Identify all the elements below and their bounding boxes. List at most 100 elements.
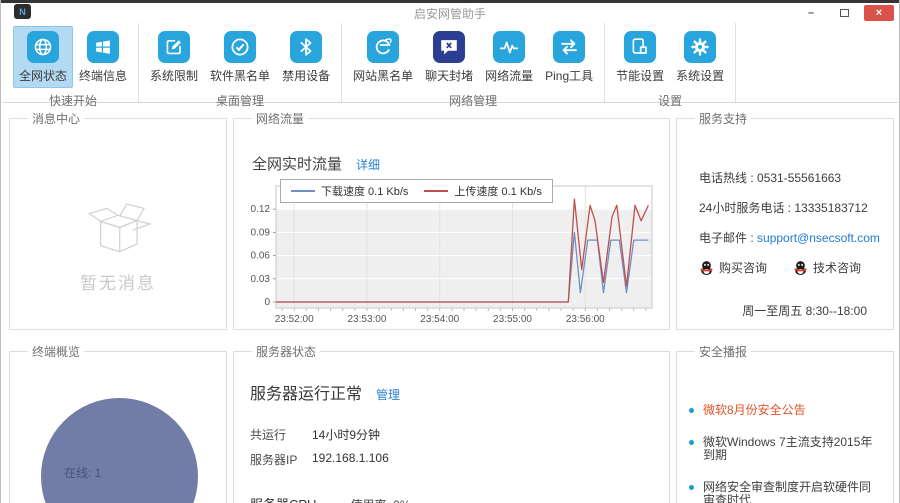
panel-title: 服务器状态: [256, 345, 317, 359]
ribbon-item-label: 全网状态: [19, 69, 68, 83]
panel-title: 服务支持: [699, 112, 748, 126]
svg-text:23:56:00: 23:56:00: [566, 314, 605, 325]
svg-text:23:53:00: 23:53:00: [347, 314, 386, 325]
hotline-line: 电话热线 : 0531-55561663: [699, 171, 842, 185]
bullet-icon: [689, 408, 694, 413]
news-item-text: 微软8月份安全公告: [703, 403, 806, 417]
ribbon-item-system-restrict[interactable]: 系统限制: [144, 26, 204, 88]
legend-entry: 下载速度 0.1 Kb/s: [291, 183, 408, 199]
panel-terminal-overview: 终端概览 在线: 1: [9, 343, 227, 503]
ribbon-toolbar: 全网状态 终端信息 快速开始 系统限制 软件黑名单 禁用设备 桌面管理 网站黑名单 聊天封堵 网络…: [2, 23, 898, 108]
panel-service-support: 服务支持 电话热线 : 0531-55561663 24小时服务电话 : 133…: [676, 110, 894, 330]
windows-icon: [87, 31, 120, 63]
server-status-heading: 服务器运行正常: [250, 386, 363, 403]
ribbon-item-system-settings[interactable]: 系统设置: [670, 26, 730, 88]
news-item-text: 微软Windows 7主流支持2015年到期: [703, 435, 873, 462]
uptime-row: 共运行 14小时9分钟: [250, 428, 381, 442]
ribbon-item-label: 系统设置: [676, 69, 725, 83]
security-news-item[interactable]: 微软8月份安全公告: [689, 404, 881, 417]
chart-legend: 下载速度 0.1 Kb/s 上传速度 0.1 Kb/s: [280, 179, 553, 203]
support-email-link[interactable]: support@nsecsoft.com: [757, 231, 880, 245]
ribbon-item-label: 禁用设备: [282, 69, 331, 83]
qq-buy-consult-button[interactable]: 购买咨询: [699, 259, 767, 276]
qq-tech-consult-button[interactable]: 技术咨询: [793, 259, 861, 276]
traffic-line-chart: 23:52:00 23:53:00 23:54:00 23:55:00 23:56:00…: [251, 185, 653, 325]
ribbon-item-website-blacklist[interactable]: 网站黑名单: [347, 26, 419, 88]
ribbon-group: 节能设置 系统设置 设置: [605, 23, 737, 108]
app-window: N 启安网管助手 – × 全网状态 终端信息 快速开始 系统限制 软件黑名单 禁用设备 桌面…: [0, 0, 900, 503]
service-hours: 周一至周五 8:30--18:00: [742, 304, 867, 318]
ribbon-item-disable-devices[interactable]: 禁用设备: [276, 26, 336, 88]
panel-network-traffic: 网络流量 全网实时流量 详细 下载速度 0.1 Kb/s 上传速度 0.1 Kb/…: [233, 110, 670, 330]
panel-server-status: 服务器状态 服务器运行正常 管理 共运行 14小时9分钟 服务器IP 192.1…: [233, 343, 670, 503]
window-title: 启安网管助手: [413, 7, 486, 21]
ribbon-item-label: 节能设置: [616, 69, 665, 83]
bullet-icon: [689, 440, 694, 445]
svg-text:23:52:00: 23:52:00: [275, 314, 314, 325]
bluetooth-icon: [290, 31, 323, 63]
panel-title: 安全播报: [699, 345, 748, 359]
arrows-icon: [553, 31, 586, 63]
panel-message-center: 消息中心 暂无消息: [9, 110, 227, 330]
ribbon-item-full-network-status[interactable]: 全网状态: [13, 26, 74, 88]
service24-number: 13335183712: [794, 201, 868, 215]
ribbon-item-label: 网络流量: [485, 69, 534, 83]
qq-penguin-icon: [794, 260, 807, 275]
qq-penguin-icon: [700, 260, 713, 275]
empty-box-icon: [88, 203, 153, 253]
uptime-value: 14小时9分钟: [312, 428, 381, 442]
legend-label: 上传速度 0.1 Kb/s: [454, 186, 542, 198]
minimize-button[interactable]: –: [798, 5, 824, 21]
power-icon: [624, 31, 657, 63]
server-manage-link[interactable]: 管理: [376, 386, 400, 403]
maximize-icon: [839, 8, 849, 17]
panel-title: 终端概览: [32, 345, 81, 359]
ribbon-item-ping-tool[interactable]: Ping工具: [539, 26, 599, 88]
ie-icon: [367, 31, 400, 63]
gear-icon: [684, 31, 717, 63]
legend-line-swatch: [424, 190, 449, 192]
cpu-row: 服务器CPU 使用率 0%: [250, 494, 657, 503]
ribbon-item-label: 终端信息: [79, 69, 128, 83]
online-terminals-pie-chart: 在线: 1: [41, 398, 198, 503]
svg-text:0: 0: [264, 297, 270, 308]
svg-text:0.03: 0.03: [251, 274, 271, 285]
panel-title: 网络流量: [256, 112, 305, 126]
server-ip-value: 192.168.1.106: [312, 451, 389, 465]
ribbon-item-label: 聊天封堵: [425, 69, 474, 83]
service24-line: 24小时服务电话 : 13335183712: [699, 201, 868, 215]
globe-icon: [27, 31, 59, 63]
ribbon-item-power-settings[interactable]: 节能设置: [610, 26, 670, 88]
ribbon-group: 全网状态 终端信息 快速开始: [8, 23, 140, 108]
security-news-item[interactable]: 微软Windows 7主流支持2015年到期: [689, 436, 881, 462]
no-messages-text: 暂无消息: [80, 274, 156, 293]
traffic-detail-link[interactable]: 详细: [356, 156, 380, 173]
svg-text:0.12: 0.12: [251, 204, 271, 215]
check-circle-icon: [224, 31, 257, 63]
ribbon-group: 系统限制 软件黑名单 禁用设备 桌面管理: [139, 23, 343, 108]
legend-entry: 上传速度 0.1 Kb/s: [424, 183, 542, 199]
ribbon-item-software-blacklist[interactable]: 软件黑名单: [204, 26, 276, 88]
ribbon-item-terminal-info[interactable]: 终端信息: [73, 26, 133, 88]
panel-title: 消息中心: [32, 112, 81, 126]
ribbon-item-label: 系统限制: [150, 69, 199, 83]
svg-text:23:55:00: 23:55:00: [493, 314, 532, 325]
ribbon-item-label: 网站黑名单: [353, 69, 414, 83]
chat-block-icon: [433, 31, 466, 63]
maximize-button[interactable]: [831, 5, 857, 21]
ribbon-item-label: 软件黑名单: [210, 69, 271, 83]
ribbon-item-label: Ping工具: [545, 69, 594, 83]
svg-text:23:54:00: 23:54:00: [420, 314, 459, 325]
traffic-heading: 全网实时流量: [252, 156, 343, 173]
ribbon-item-chat-block[interactable]: 聊天封堵: [419, 26, 479, 88]
close-button[interactable]: ×: [864, 4, 894, 21]
email-line: 电子邮件 : support@nsecsoft.com: [699, 231, 880, 245]
pulse-icon: [493, 31, 526, 63]
ribbon-item-network-traffic[interactable]: 网络流量: [479, 26, 539, 88]
cpu-usage-value: 0%: [393, 498, 410, 503]
traffic-chart: 下载速度 0.1 Kb/s 上传速度 0.1 Kb/s 23:52:00 23:53…: [246, 179, 657, 329]
server-ip-row: 服务器IP 192.168.1.106: [250, 451, 389, 467]
security-news-item[interactable]: 网络安全审查制度开启软硬件同审查时代: [689, 481, 881, 503]
svg-text:0.06: 0.06: [251, 251, 271, 262]
ribbon-group: 网站黑名单 聊天封堵 网络流量 Ping工具 网络管理: [342, 23, 606, 108]
